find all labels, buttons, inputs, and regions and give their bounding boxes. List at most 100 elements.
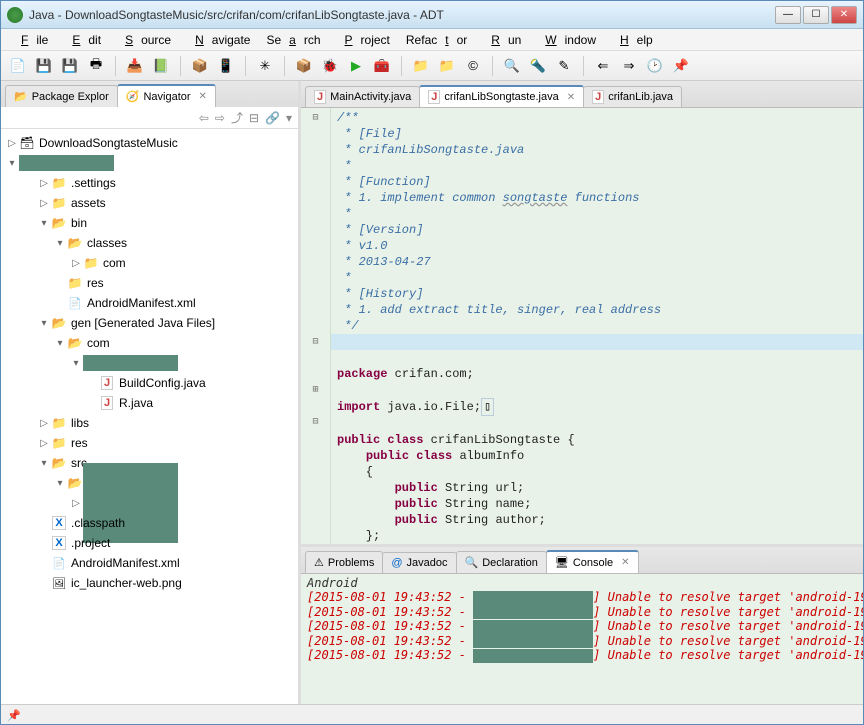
view-menu-icon[interactable]: ▾ (286, 111, 292, 125)
redacted-block (473, 649, 593, 663)
last-edit-button[interactable]: 🕑 (644, 55, 666, 77)
save-button[interactable]: 💾 (33, 55, 55, 77)
file-r-java[interactable]: R.java (1, 393, 298, 413)
folder-classes[interactable]: ▾classes (1, 233, 298, 253)
navigator-tree[interactable]: ▷DownloadSongtasteMusic ▾ ▷.settings ▷as… (1, 129, 298, 704)
file-manifest-root[interactable]: AndroidManifest.xml (1, 553, 298, 573)
forward-icon[interactable]: ⇨ (215, 111, 225, 125)
editor-gutter[interactable]: ⊟ ⊟ ⊞ ⊟ (301, 108, 331, 544)
menu-help[interactable]: Help (604, 31, 661, 49)
folder-assets[interactable]: ▷assets (1, 193, 298, 213)
file-launcher-png[interactable]: ic_launcher-web.png (1, 573, 298, 593)
link-editor-icon[interactable]: 🔗 (265, 111, 280, 125)
tree-label: DownloadSongtasteMusic (39, 136, 178, 150)
eclipse-icon (7, 7, 23, 23)
folder-libs[interactable]: ▷libs (1, 413, 298, 433)
menu-project[interactable]: Project (329, 31, 398, 49)
save-all-button[interactable]: 💾 (59, 55, 81, 77)
tree-label: classes (87, 236, 127, 250)
folder-gen-redacted[interactable]: ▾ (1, 353, 298, 373)
folder-settings[interactable]: ▷.settings (1, 173, 298, 193)
close-icon[interactable]: ✕ (621, 557, 629, 568)
editor-tab-bar: MainActivity.java crifanLibSongtaste.jav… (301, 81, 863, 107)
folder-icon (67, 276, 83, 290)
pin-editor-icon[interactable]: 📌 (670, 55, 692, 77)
tab-crifanlib[interactable]: crifanLib.java (583, 86, 682, 107)
fold-collapse-icon[interactable]: ⊟ (301, 414, 330, 430)
new-package-button[interactable]: 📁 (436, 55, 458, 77)
console-output[interactable]: Android [2015-08-01 19:43:52 - ] Unable … (301, 573, 863, 704)
toolbar-separator (245, 56, 246, 76)
tab-label: crifanLib.java (608, 91, 673, 103)
tab-label: Console (573, 557, 613, 569)
folder-bin[interactable]: ▾bin (1, 213, 298, 233)
open-type-button[interactable]: 📗 (150, 55, 172, 77)
close-button[interactable]: ✕ (831, 6, 857, 24)
pin-icon[interactable] (7, 708, 21, 722)
fold-collapse-icon[interactable]: ⊟ (301, 334, 330, 350)
collapse-all-icon[interactable]: ⊟ (249, 111, 259, 125)
next-button[interactable]: ⇒ (618, 55, 640, 77)
minimize-button[interactable]: — (775, 6, 801, 24)
folder-com-gen[interactable]: ▾com (1, 333, 298, 353)
menu-source[interactable]: Source (109, 31, 179, 49)
annotation-button[interactable]: ✎ (553, 55, 575, 77)
folder-res-root[interactable]: ▷res (1, 433, 298, 453)
print-button[interactable]: 🖶 (85, 55, 107, 77)
menu-window[interactable]: Window (529, 31, 604, 49)
debug-button[interactable]: 🐞 (319, 55, 341, 77)
sdk-manager-button[interactable]: 📦 (189, 55, 211, 77)
build-button[interactable]: 📥 (124, 55, 146, 77)
prev-button[interactable]: ⇐ (592, 55, 614, 77)
avd-manager-button[interactable]: 📱 (215, 55, 237, 77)
menu-refactor[interactable]: Refactor (398, 31, 475, 49)
new-wizard-button[interactable]: ✳ (254, 55, 276, 77)
file-manifest-bin[interactable]: AndroidManifest.xml (1, 293, 298, 313)
up-icon[interactable]: ⤴ (231, 109, 243, 126)
project-node[interactable]: ▷DownloadSongtasteMusic (1, 133, 298, 153)
tab-javadoc[interactable]: @Javadoc (382, 552, 456, 573)
menu-file[interactable]: File (5, 31, 56, 49)
menu-navigate[interactable]: Navigate (179, 31, 258, 49)
fold-expand-icon[interactable]: ⊞ (301, 382, 330, 398)
file-buildconfig[interactable]: BuildConfig.java (1, 373, 298, 393)
fold-collapse-icon[interactable]: ⊟ (301, 110, 330, 126)
tab-declaration[interactable]: 🔍Declaration (456, 551, 547, 573)
console-line: [2015-08-01 19:43:52 - ] Unable to resol… (307, 619, 857, 634)
new-project-button[interactable]: 📁 (410, 55, 432, 77)
xml-file-icon (51, 536, 67, 550)
close-icon[interactable]: ✕ (199, 91, 207, 102)
tab-songtaste[interactable]: crifanLibSongtaste.java ✕ (419, 85, 584, 107)
folder-res[interactable]: res (1, 273, 298, 293)
new-class-button[interactable]: © (462, 55, 484, 77)
folder-icon (67, 336, 83, 350)
tab-navigator[interactable]: 🧭 Navigator ✕ (117, 84, 216, 107)
window-title: Java - DownloadSongtasteMusic/src/crifan… (29, 8, 775, 22)
title-bar[interactable]: Java - DownloadSongtasteMusic/src/crifan… (1, 1, 863, 29)
package-button[interactable]: 📦 (293, 55, 315, 77)
code-editor[interactable]: /** * [File] * crifanLibSongtaste.java *… (331, 108, 863, 544)
folder-src-redacted-1[interactable]: ▷ (1, 493, 298, 513)
tab-problems[interactable]: ⚠Problems (305, 551, 383, 573)
tab-console[interactable]: 🖥Console✕ (546, 550, 639, 573)
tree-label: BuildConfig.java (119, 376, 206, 390)
toolbar-separator (583, 56, 584, 76)
back-icon[interactable]: ⇦ (199, 111, 209, 125)
menu-run[interactable]: Run (475, 31, 529, 49)
folder-gen[interactable]: ▾gen [Generated Java Files] (1, 313, 298, 333)
folder-com[interactable]: ▷com (1, 253, 298, 273)
search-button[interactable]: 🔦 (527, 55, 549, 77)
tree-label: .project (71, 536, 110, 550)
new-button[interactable]: 📄 (7, 55, 29, 77)
tab-main-activity[interactable]: MainActivity.java (305, 86, 420, 107)
menu-edit[interactable]: Edit (56, 31, 109, 49)
run-button[interactable]: ▶ (345, 55, 367, 77)
tab-package-explorer[interactable]: 📂 Package Explor (5, 85, 118, 107)
external-tools-button[interactable]: 🧰 (371, 55, 393, 77)
close-icon[interactable]: ✕ (567, 92, 575, 103)
folder-icon (83, 256, 99, 270)
open-type-button-2[interactable]: 🔍 (501, 55, 523, 77)
maximize-button[interactable]: ☐ (803, 6, 829, 24)
menu-search[interactable]: Search (258, 31, 328, 49)
project-node-redacted[interactable]: ▾ (1, 153, 298, 173)
